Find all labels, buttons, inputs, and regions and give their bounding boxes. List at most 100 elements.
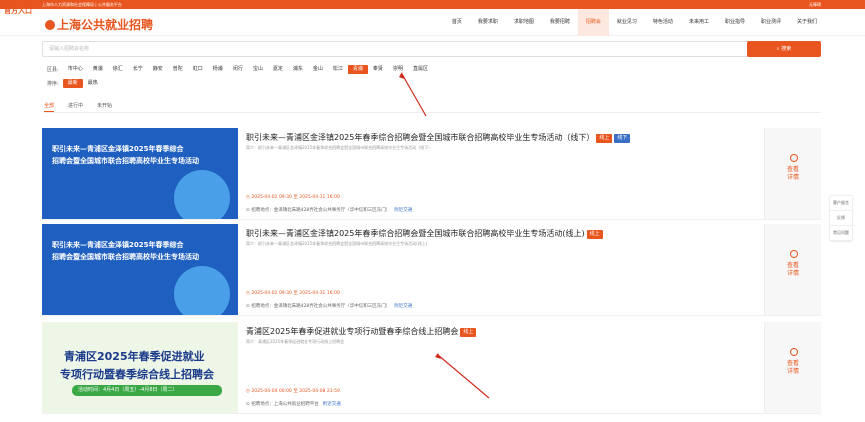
sort-filter: 排序: 最新 最热 — [47, 79, 103, 88]
sort-option[interactable]: 最新 — [62, 79, 83, 88]
job-fair-title[interactable]: 职引未来—青浦区金泽镇2025年春季综合招聘会暨全国城市联合招聘高校毕业生专场活… — [246, 132, 631, 143]
main-nav: 首页 我要求职 求职地图 我要招聘 招聘会 就业见习 特色活动 未来用工 职业指导 职业测评 关于我… — [444, 9, 825, 36]
job-fair-time: ◷ 2025-04-04 00:00 至 2025-04-08 23:59 — [246, 388, 340, 394]
sort-option[interactable]: 最热 — [83, 79, 103, 88]
job-fair-card: 职引未来—青浦区金泽镇2025年春季综合招聘会暨全国城市联合招聘高校毕业生专场活… — [42, 224, 821, 316]
nav-item[interactable]: 职业指导 — [717, 9, 753, 36]
accessibility-link[interactable]: 无障碍 — [809, 0, 821, 9]
mode-tag: 线上 — [596, 134, 613, 143]
top-bar-text: 上海市人力资源和社会保障局 | 公共服务平台 — [42, 2, 122, 7]
nav-item[interactable]: 关于我们 — [789, 9, 825, 36]
view-detail-label: 查看详情 — [787, 262, 800, 277]
nearby-transit-link[interactable]: 附近交通 — [394, 208, 412, 213]
detail-icon — [790, 250, 798, 258]
district-option[interactable]: 普陀 — [168, 65, 188, 74]
nav-item[interactable]: 求职地图 — [506, 9, 542, 36]
district-label: 区县: — [47, 67, 59, 73]
nav-item[interactable]: 招聘会 — [577, 9, 609, 36]
poster-text: 招聘会暨全国城市联合招聘高校毕业生专场活动 — [52, 157, 199, 165]
job-fair-poster[interactable]: 青浦区2025年春季促进就业 专项行动暨春季综合线上招聘会 活动时间：4月4日（周五… — [42, 322, 238, 413]
nearby-transit-link[interactable]: 附近交通 — [323, 402, 341, 407]
poster-text: 职引未来—青浦区金泽镇2025年春季综合 — [52, 145, 184, 153]
job-fair-time: ◷ 2025-04-01 09:30 至 2025-04-11 16:00 — [246, 194, 340, 200]
side-widget: 客户留言 反馈 常见问题 — [830, 196, 852, 241]
divider — [44, 112, 821, 113]
status-tab[interactable]: 全部 — [44, 102, 55, 112]
nav-item[interactable]: 职业测评 — [753, 9, 789, 36]
search-input[interactable]: 请输入招聘会名称 — [49, 42, 89, 56]
nearby-transit-link[interactable]: 附近交通 — [394, 304, 412, 309]
district-option[interactable]: 静安 — [148, 65, 168, 74]
time-text: 2025-04-04 00:00 至 2025-04-08 23:59 — [251, 389, 340, 394]
job-fair-title[interactable]: 职引未来—青浦区金泽镇2025年春季综合招聘会暨全国城市联合招聘高校毕业生专场活… — [246, 228, 603, 239]
district-option[interactable]: 市中心 — [63, 65, 88, 74]
address-text: 招聘地点：上海公共就业招聘平台 — [251, 402, 319, 407]
district-option[interactable]: 黄浦 — [88, 65, 108, 74]
view-detail-button[interactable]: 查看详情 — [764, 128, 821, 219]
mode-tag: 线上 — [460, 328, 477, 337]
nav-item[interactable]: 首页 — [444, 9, 470, 36]
status-tab[interactable]: 未开始 — [97, 102, 112, 112]
search-icon: ⌕ — [776, 46, 780, 52]
district-option[interactable]: 虹口 — [188, 65, 208, 74]
district-option[interactable]: 浦东 — [288, 65, 308, 74]
district-option[interactable]: 金山 — [308, 65, 328, 74]
job-fair-address: ⊙ 招聘地点：金泽镇北朱路428弄社会公共事务厅（华中信和三区东门） 附近交通 — [246, 207, 412, 213]
header: 上海公共就业招聘 首页 我要求职 求职地图 我要招聘 招聘会 就业见习 特色活动 未来用工 职业… — [0, 9, 865, 36]
district-option[interactable]: 松江 — [328, 65, 348, 74]
emblem-icon — [45, 20, 55, 30]
job-fair-poster[interactable]: 职引未来—青浦区金泽镇2025年春季综合招聘会暨全国城市联合招聘高校毕业生专场活… — [42, 224, 238, 315]
address-text: 招聘地点：金泽镇北朱路428弄社会公共事务厅（华中信和三区东门） — [251, 304, 391, 309]
search-box[interactable]: 请输入招聘会名称 — [42, 41, 777, 57]
district-option[interactable]: 长宁 — [128, 65, 148, 74]
district-option[interactable]: 嘉定 — [268, 65, 288, 74]
district-option[interactable]: 奉贤 — [368, 65, 388, 74]
job-fair-poster[interactable]: 职引未来—青浦区金泽镇2025年春季综合招聘会暨全国城市联合招聘高校毕业生专场活… — [42, 128, 238, 219]
district-option[interactable]: 宝山 — [248, 65, 268, 74]
job-fair-time: ◷ 2025-04-01 09:30 至 2025-04-31 16:00 — [246, 290, 340, 296]
view-detail-label: 查看详情 — [787, 166, 800, 181]
side-widget-item[interactable]: 客户留言 — [830, 196, 852, 211]
district-option[interactable]: 青浦 — [347, 65, 368, 74]
title-text[interactable]: 职引未来—青浦区金泽镇2025年春季综合招聘会暨全国城市联合招聘高校毕业生专场活… — [246, 133, 594, 142]
job-fair-title[interactable]: 青浦区2025年春季促进就业专项行动暨春季综合线上招聘会 线上 — [246, 326, 477, 337]
poster-text: 活动时间：4月4日（周五）-4月8日（周二） — [78, 387, 178, 393]
district-option[interactable]: 崇明 — [388, 65, 408, 74]
annotation-arrow — [401, 73, 427, 117]
mode-tag: 线上 — [586, 230, 603, 239]
poster-text: 青浦区2025年春季促进就业 — [64, 350, 205, 363]
view-detail-button[interactable]: 查看详情 — [764, 322, 821, 413]
detail-icon — [790, 348, 798, 356]
title-text[interactable]: 青浦区2025年春季促进就业专项行动暨春季综合线上招聘会 — [246, 327, 458, 336]
address-text: 招聘地点：金泽镇北朱路428弄社会公共事务厅（华中信和三区东门） — [251, 208, 391, 213]
view-detail-button[interactable]: 查看详情 — [764, 224, 821, 315]
district-option[interactable]: 直属区 — [408, 65, 433, 74]
site-title: 上海公共就业招聘 — [57, 18, 154, 32]
job-fair-intro: 简介：青浦区2025年春季促进就业专项行动线上招聘会 — [246, 339, 345, 344]
time-text: 2025-04-01 09:30 至 2025-04-11 16:00 — [251, 195, 340, 200]
job-fair-address: ⊙ 招聘地点：金泽镇北朱路428弄社会公共事务厅（华中信和三区东门） 附近交通 — [246, 303, 412, 309]
poster-text: 职引未来—青浦区金泽镇2025年春季综合 — [52, 241, 184, 249]
job-fair-card: 青浦区2025年春季促进就业 专项行动暨春季综合线上招聘会活动时间：4月4日（周五… — [42, 322, 821, 414]
nav-item[interactable]: 未来用工 — [681, 9, 717, 36]
side-widget-item[interactable]: 常见问题 — [830, 226, 852, 241]
status-tabs: 全部 进行中 未开始 — [44, 102, 126, 112]
side-widget-item[interactable]: 反馈 — [830, 211, 852, 226]
search-button[interactable]: ⌕ 搜索 — [747, 41, 821, 57]
mode-tag: 线下 — [614, 134, 631, 143]
district-option[interactable]: 徐汇 — [108, 65, 128, 74]
detail-icon — [790, 154, 798, 162]
time-text: 2025-04-01 09:30 至 2025-04-31 16:00 — [251, 291, 340, 296]
status-tab[interactable]: 进行中 — [68, 102, 83, 112]
poster-text: 招聘会暨全国城市联合招聘高校毕业生专场活动 — [52, 253, 199, 261]
sort-label: 排序: — [47, 81, 59, 87]
title-text[interactable]: 职引未来—青浦区金泽镇2025年春季综合招聘会暨全国城市联合招聘高校毕业生专场活… — [246, 229, 585, 238]
site-logo[interactable]: 上海公共就业招聘 — [45, 16, 153, 33]
district-option[interactable]: 闵行 — [228, 65, 248, 74]
nav-item[interactable]: 就业见习 — [609, 9, 645, 36]
nav-item[interactable]: 特色活动 — [645, 9, 681, 36]
nav-item[interactable]: 我要求职 — [470, 9, 506, 36]
view-detail-label: 查看详情 — [787, 360, 800, 375]
district-option[interactable]: 杨浦 — [208, 65, 228, 74]
nav-item[interactable]: 我要招聘 — [542, 9, 578, 36]
